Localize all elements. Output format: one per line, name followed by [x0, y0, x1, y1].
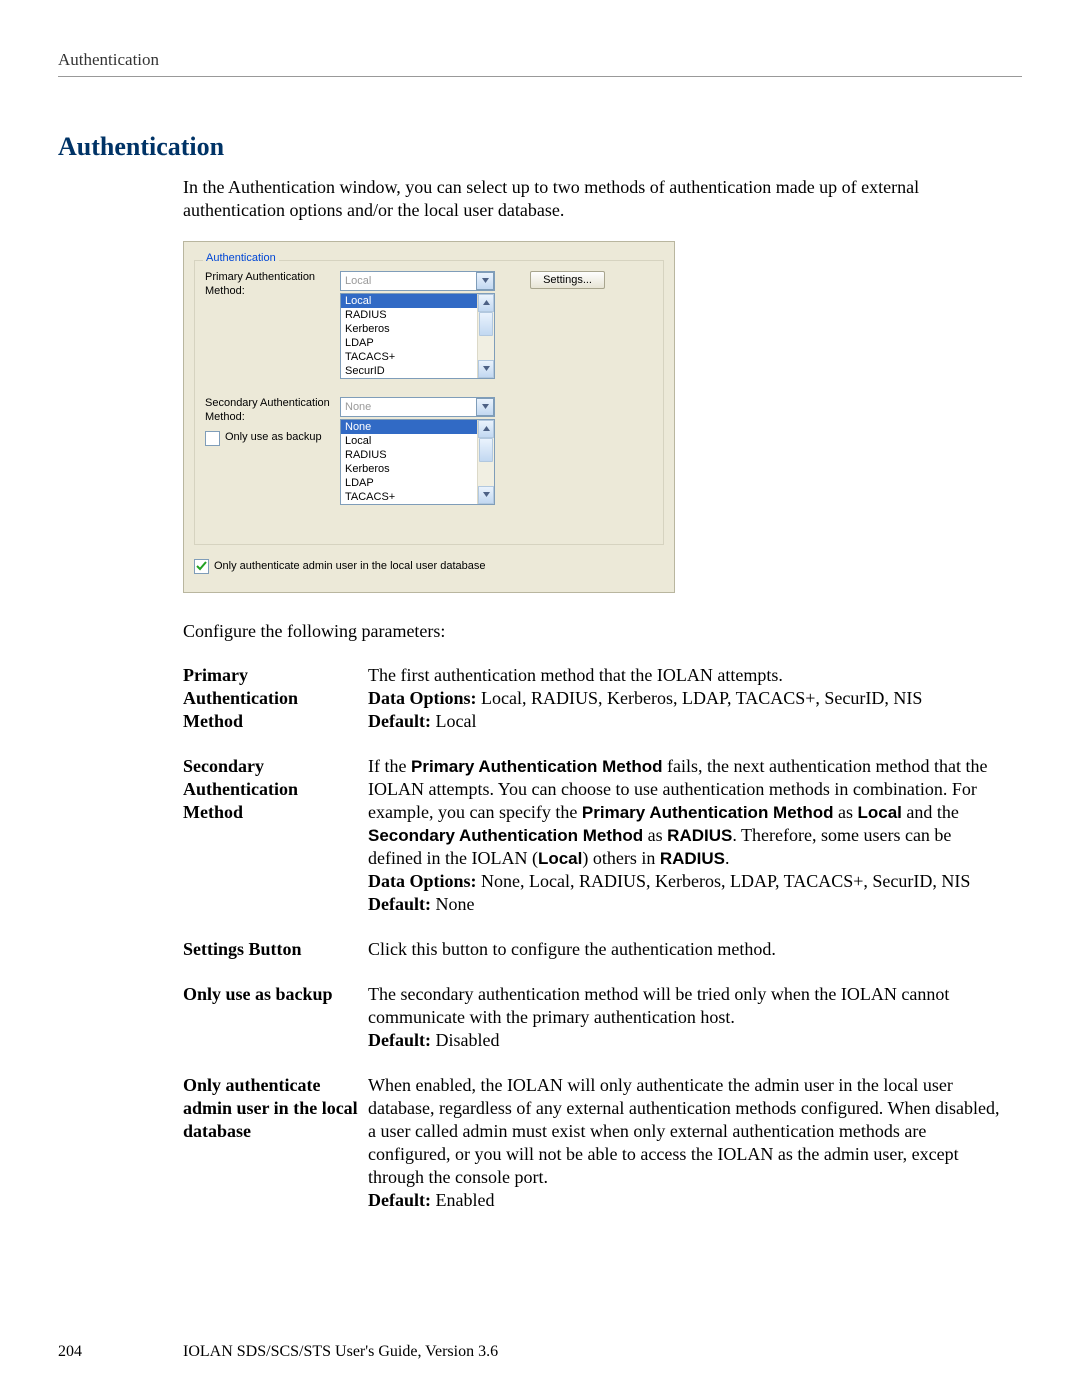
secondary-auth-label: Secondary Authentication Method: — [205, 397, 340, 425]
param-desc: as — [643, 825, 667, 845]
scrollbar-thumb[interactable] — [479, 312, 493, 336]
param-data-opts-label: Data Options: — [368, 688, 477, 708]
param-desc: RADIUS — [660, 849, 725, 868]
param-desc: The secondary authentication method will… — [368, 984, 949, 1027]
admin-only-checkbox[interactable] — [194, 559, 209, 574]
param-default: Local — [431, 711, 476, 731]
auth-dialog: Authentication Primary Authentication Me… — [183, 241, 675, 593]
list-item[interactable]: Kerberos — [341, 322, 478, 336]
param-desc: and the — [902, 802, 959, 822]
secondary-auth-combo[interactable]: None — [340, 397, 495, 417]
chevron-down-icon[interactable] — [478, 360, 494, 378]
list-item[interactable]: LDAP — [341, 476, 478, 490]
param-default-label: Default: — [368, 1030, 431, 1050]
list-item[interactable]: RADIUS — [341, 308, 478, 322]
list-item[interactable]: TACACS+ — [341, 490, 478, 504]
param-desc: Local — [538, 849, 582, 868]
param-desc: Secondary Authentication Method — [368, 826, 643, 845]
chevron-up-icon[interactable] — [478, 420, 494, 438]
config-lead: Configure the following parameters: — [183, 621, 1022, 642]
primary-auth-listbox[interactable]: Local RADIUS Kerberos LDAP TACACS+ Secur… — [340, 293, 495, 379]
param-key-settings: Settings Button — [183, 938, 368, 961]
list-item[interactable]: Kerberos — [341, 462, 478, 476]
param-default: None — [431, 894, 475, 914]
scrollbar[interactable] — [477, 420, 494, 504]
param-desc: RADIUS — [667, 826, 732, 845]
admin-only-label: Only authenticate admin user in the loca… — [214, 560, 486, 572]
param-desc: as — [833, 802, 857, 822]
param-key-secondary: Secondary Authentication Method — [183, 755, 368, 916]
intro-paragraph: In the Authentication window, you can se… — [183, 176, 1022, 223]
primary-auth-selected: Local — [345, 275, 371, 287]
param-desc: Local — [857, 803, 901, 822]
param-default: Enabled — [431, 1190, 494, 1210]
list-item[interactable]: SecurID — [341, 364, 478, 378]
param-key-admin: Only authenticate admin user in the loca… — [183, 1074, 368, 1212]
param-default-label: Default: — [368, 711, 431, 731]
chevron-down-icon[interactable] — [478, 486, 494, 504]
param-key-backup: Only use as backup — [183, 983, 368, 1052]
list-item[interactable]: RADIUS — [341, 448, 478, 462]
only-backup-checkbox[interactable] — [205, 431, 220, 446]
param-key-primary: Primary Authentication Method — [183, 664, 368, 733]
param-desc: Click this button to configure the authe… — [368, 939, 776, 959]
page-footer: 204 IOLAN SDS/SCS/STS User's Guide, Vers… — [58, 1343, 1022, 1361]
secondary-auth-selected: None — [345, 401, 371, 413]
running-head: Authentication — [58, 50, 1022, 77]
settings-button[interactable]: Settings... — [530, 271, 605, 289]
param-default: Disabled — [431, 1030, 499, 1050]
param-desc: If the — [368, 756, 411, 776]
param-desc: When enabled, the IOLAN will only authen… — [368, 1075, 999, 1187]
chevron-down-icon[interactable] — [476, 272, 494, 290]
only-backup-label: Only use as backup — [225, 431, 322, 445]
param-default-label: Default: — [368, 1190, 431, 1210]
param-desc: Primary Authentication Method — [411, 757, 663, 776]
auth-groupbox: Authentication Primary Authentication Me… — [194, 260, 664, 545]
param-desc: Primary Authentication Method — [582, 803, 834, 822]
param-data-opts: None, Local, RADIUS, Kerberos, LDAP, TAC… — [477, 871, 971, 891]
scrollbar[interactable] — [477, 294, 494, 378]
param-table: Primary Authentication Method The first … — [183, 664, 1007, 1213]
chevron-up-icon[interactable] — [478, 294, 494, 312]
list-item[interactable]: TACACS+ — [341, 350, 478, 364]
footer-text: IOLAN SDS/SCS/STS User's Guide, Version … — [183, 1343, 498, 1361]
param-data-opts: Local, RADIUS, Kerberos, LDAP, TACACS+, … — [477, 688, 923, 708]
param-desc: ) others in — [582, 848, 659, 868]
secondary-auth-listbox[interactable]: None Local RADIUS Kerberos LDAP TACACS+ — [340, 419, 495, 505]
chevron-down-icon[interactable] — [476, 398, 494, 416]
list-item[interactable]: LDAP — [341, 336, 478, 350]
page-title: Authentication — [58, 132, 1022, 162]
page-number: 204 — [58, 1343, 183, 1361]
primary-auth-label: Primary Authentication Method: — [205, 271, 340, 299]
scrollbar-thumb[interactable] — [479, 438, 493, 462]
list-item[interactable]: None — [341, 420, 478, 434]
groupbox-label: Authentication — [203, 252, 279, 264]
param-desc: . — [725, 848, 730, 868]
primary-auth-combo[interactable]: Local — [340, 271, 495, 291]
list-item[interactable]: Local — [341, 294, 478, 308]
list-item[interactable]: Local — [341, 434, 478, 448]
param-data-opts-label: Data Options: — [368, 871, 477, 891]
param-default-label: Default: — [368, 894, 431, 914]
param-desc: The first authentication method that the… — [368, 665, 783, 685]
